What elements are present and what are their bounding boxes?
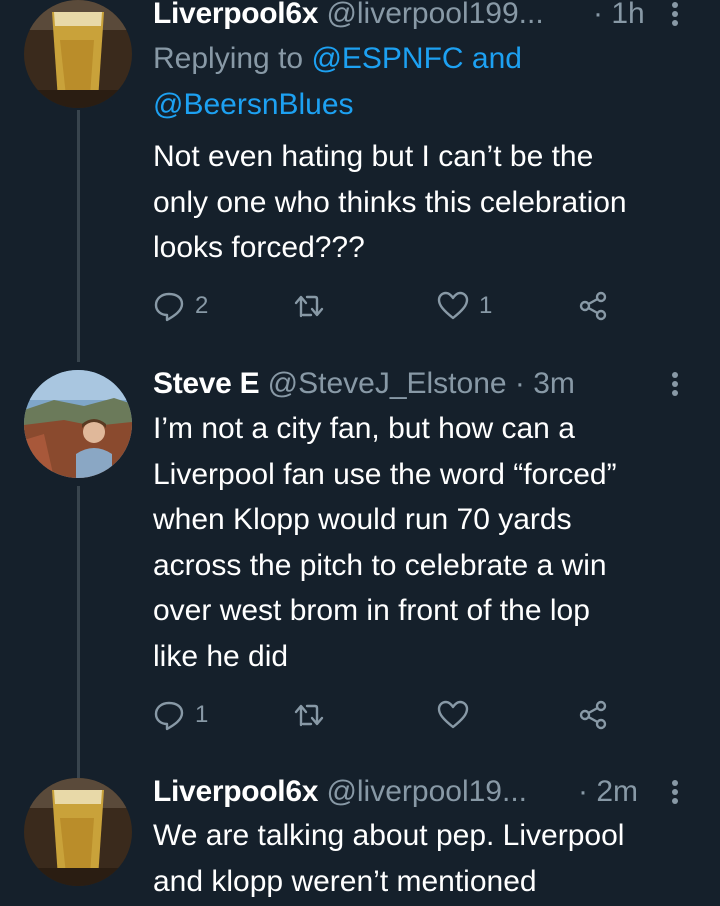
user-handle[interactable]: @SteveJ_Elstone: [268, 367, 507, 400]
share-icon: [579, 291, 607, 321]
reply-count: 2: [195, 292, 209, 319]
tweet-header: Steve E @SteveJ_Elstone · 3m: [153, 362, 690, 406]
tweet-1[interactable]: Liverpool6x @liverpool199... · 1h Replyi…: [0, 0, 720, 350]
tweet-header: Liverpool6x @liverpool199... · 1h: [153, 0, 690, 36]
heart-icon: [437, 700, 469, 729]
share-icon: [579, 700, 607, 730]
reply-button[interactable]: 1: [153, 695, 208, 735]
more-options-button[interactable]: [660, 0, 690, 36]
avatar[interactable]: [24, 370, 132, 478]
tweet-3[interactable]: Liverpool6x @liverpool19... · 2m We are …: [0, 768, 720, 906]
text-line: only one who thinks this celebration: [153, 185, 627, 219]
timestamp[interactable]: · 3m: [515, 367, 575, 400]
text-line: Not even hating but I can’t be the: [153, 140, 594, 173]
like-count: 1: [479, 292, 493, 319]
beer-glass-avatar-icon: [24, 778, 132, 886]
text-line: looks forced???: [153, 231, 365, 264]
person-outdoors-avatar-icon: [24, 370, 132, 478]
mention-link[interactable]: @ESPNFC: [311, 42, 463, 75]
tweet-header: Liverpool6x @liverpool19... · 2m: [153, 770, 690, 814]
user-handle[interactable]: @liverpool199...: [326, 0, 543, 30]
tweet-actions: 2 1: [153, 286, 623, 326]
mention-link[interactable]: @BeersnBlues: [153, 88, 354, 121]
share-button[interactable]: [577, 695, 609, 735]
retweet-icon: [294, 704, 324, 727]
text-line: Liverpool fan use the word “forced”: [153, 457, 617, 491]
beer-glass-avatar-icon: [24, 0, 132, 108]
user-handle[interactable]: @liverpool19...: [326, 775, 527, 808]
text-line: over west brom in front of the lop: [153, 594, 590, 627]
text-line: and klopp weren’t mentioned: [153, 864, 537, 898]
more-vertical-icon: [672, 2, 678, 26]
display-name[interactable]: Steve E: [153, 367, 260, 400]
like-button[interactable]: 1: [437, 286, 492, 326]
reply-icon: [154, 701, 184, 731]
replying-and: and: [463, 42, 522, 75]
replying-to: Replying to @ESPNFC and: [153, 36, 522, 82]
replying-to-label: Replying to: [153, 42, 312, 75]
text-line: when Klopp would run 70 yards: [153, 503, 572, 536]
text-line: across the pitch to celebrate a win: [153, 548, 607, 582]
tweet-text: I’m not a city fan, but how can a Liverp…: [153, 406, 698, 679]
more-options-button[interactable]: [660, 770, 690, 814]
text-line: We are talking about pep. Liverpool: [153, 819, 625, 852]
retweet-button[interactable]: [293, 286, 335, 326]
text-line: like he did: [153, 639, 289, 673]
reply-button[interactable]: 2: [153, 286, 208, 326]
retweet-button[interactable]: [293, 695, 335, 735]
replying-to-line2: @BeersnBlues: [153, 82, 354, 128]
avatar[interactable]: [24, 0, 132, 108]
timestamp[interactable]: · 1h: [593, 0, 645, 36]
reply-icon: [154, 292, 184, 322]
share-button[interactable]: [577, 286, 609, 326]
text-line: I’m not a city fan, but how can a: [153, 412, 575, 445]
tweet-text: Not even hating but I can’t be the only …: [153, 134, 698, 271]
reply-count: 1: [195, 701, 209, 728]
display-name[interactable]: Liverpool6x: [153, 0, 318, 30]
retweet-icon: [294, 295, 324, 318]
like-button[interactable]: [437, 695, 479, 735]
more-options-button[interactable]: [660, 362, 690, 406]
avatar[interactable]: [24, 778, 132, 886]
display-name[interactable]: Liverpool6x: [153, 775, 318, 808]
more-vertical-icon: [672, 780, 678, 804]
timestamp[interactable]: · 2m: [578, 770, 638, 814]
tweet-2[interactable]: Steve E @SteveJ_Elstone · 3m I’m not a c…: [0, 362, 720, 752]
more-vertical-icon: [672, 372, 678, 396]
heart-icon: [437, 291, 469, 320]
tweet-actions: 1: [153, 695, 623, 735]
tweet-text: We are talking about pep. Liverpool and …: [153, 813, 698, 904]
